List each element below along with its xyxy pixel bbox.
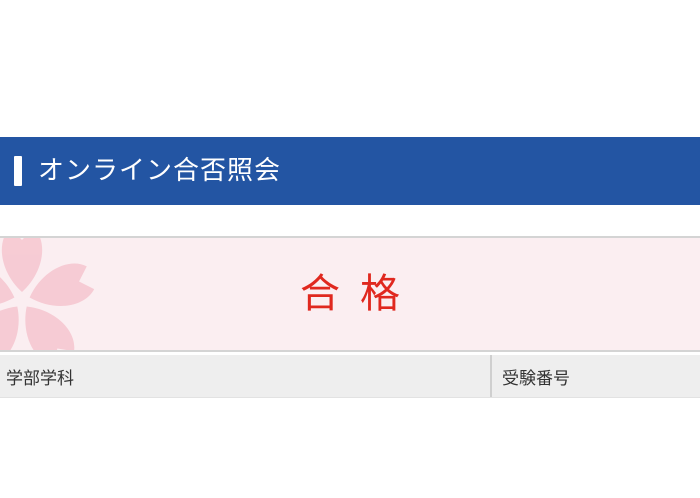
page-title: オンライン合否照会 xyxy=(38,156,282,186)
page-header: オンライン合否照会 xyxy=(0,137,700,205)
page: オンライン合否照会 合格 学部学科 受験番号 xyxy=(0,0,700,498)
info-header-row: 学部学科 受験番号 xyxy=(0,355,700,398)
result-status-text: 合格 xyxy=(300,271,420,317)
exam-number-column-header: 受験番号 xyxy=(502,368,570,389)
header-accent-bar xyxy=(14,156,22,186)
department-column-header: 学部学科 xyxy=(0,355,492,397)
result-panel: 合格 xyxy=(0,236,700,352)
